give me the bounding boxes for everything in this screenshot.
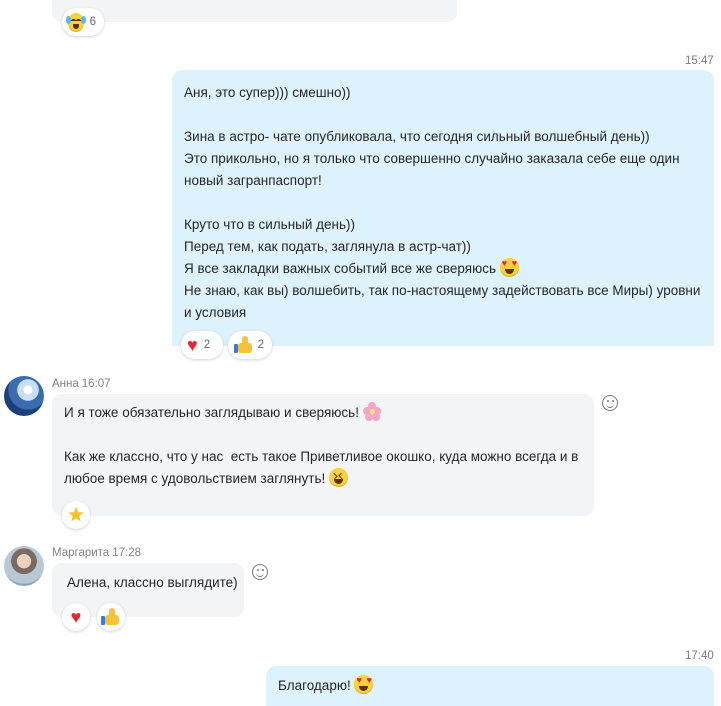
message-line: любое время с удовольствием заглянуть! — [64, 468, 582, 490]
message-line: Я все закладки важных событий все же све… — [184, 258, 519, 277]
incoming-message-bubble[interactable]: И я тоже обязательно заглядываю и сверяю… — [52, 394, 594, 516]
outgoing-message-bubble[interactable]: Аня, это супер))) смешно)) Зина в астро-… — [172, 70, 714, 346]
add-reaction-button[interactable] — [252, 564, 268, 580]
reaction-thumbs-up[interactable]: 2 — [228, 331, 272, 359]
cherry-blossom-icon — [362, 402, 382, 421]
add-reaction-button[interactable] — [602, 395, 618, 411]
message-line: Перед тем, как подать, заглянула в астр-… — [184, 239, 471, 254]
message-time: 17:40 — [685, 650, 714, 662]
thumbs-up-icon — [234, 336, 252, 354]
message-line: новый загранпаспорт! — [184, 173, 322, 188]
reaction-heart[interactable]: ♥ — [62, 603, 90, 631]
message-time: 15:47 — [685, 55, 714, 67]
message-line: и условия — [184, 305, 247, 320]
message-line: Круто что в сильный день)) — [184, 217, 356, 232]
message-line: Это прикольно, но я только что совершенн… — [184, 151, 680, 166]
reaction-star[interactable]: ★ — [62, 501, 90, 529]
reaction-count: 2 — [203, 339, 211, 351]
previous-message-bubble[interactable] — [52, 0, 457, 22]
message-line: Не знаю, как вы) волшебить, так по-насто… — [184, 283, 701, 298]
red-heart-icon: ♥ — [187, 335, 198, 355]
message-line: И я тоже обязательно заглядываю и сверяю… — [64, 402, 582, 424]
message-line: Алена, классно выглядите) — [67, 575, 238, 590]
star-icon: ★ — [67, 504, 85, 526]
message-meta: Маргарита 17:28 — [52, 547, 141, 559]
reaction-laughing[interactable]: 6 — [62, 8, 104, 36]
grinning-squinting-icon — [329, 468, 348, 487]
message-line: Аня, это супер))) смешно)) — [184, 85, 351, 100]
heart-eyes-icon: ♥ ♥ — [354, 675, 374, 694]
laughing-tears-icon — [66, 12, 86, 32]
red-heart-icon: ♥ — [70, 607, 82, 627]
reaction-heart[interactable]: ♥ 2 — [181, 331, 223, 359]
author-name: Анна — [52, 378, 79, 390]
avatar-margarita[interactable] — [4, 546, 44, 586]
heart-eyes-icon: ♥ ♥ — [499, 258, 519, 277]
message-time: 17:28 — [112, 547, 141, 559]
reaction-thumbs-up[interactable] — [97, 603, 125, 631]
avatar-anna[interactable] — [4, 376, 44, 416]
reaction-count: 2 — [257, 339, 264, 351]
message-line: Благодарю! ♥ ♥ — [278, 675, 374, 694]
message-line: Как же классно, что у нас есть такое При… — [64, 449, 579, 464]
author-name: Маргарита — [52, 547, 110, 559]
message-meta: Анна 16:07 — [52, 378, 111, 390]
thumbs-up-icon — [101, 608, 121, 626]
reaction-count: 6 — [89, 16, 96, 28]
message-line: Зина в астро- чате опубликовала, что сег… — [184, 129, 650, 144]
outgoing-message-bubble[interactable]: Благодарю! ♥ ♥ — [266, 666, 714, 706]
message-time: 16:07 — [81, 378, 111, 390]
